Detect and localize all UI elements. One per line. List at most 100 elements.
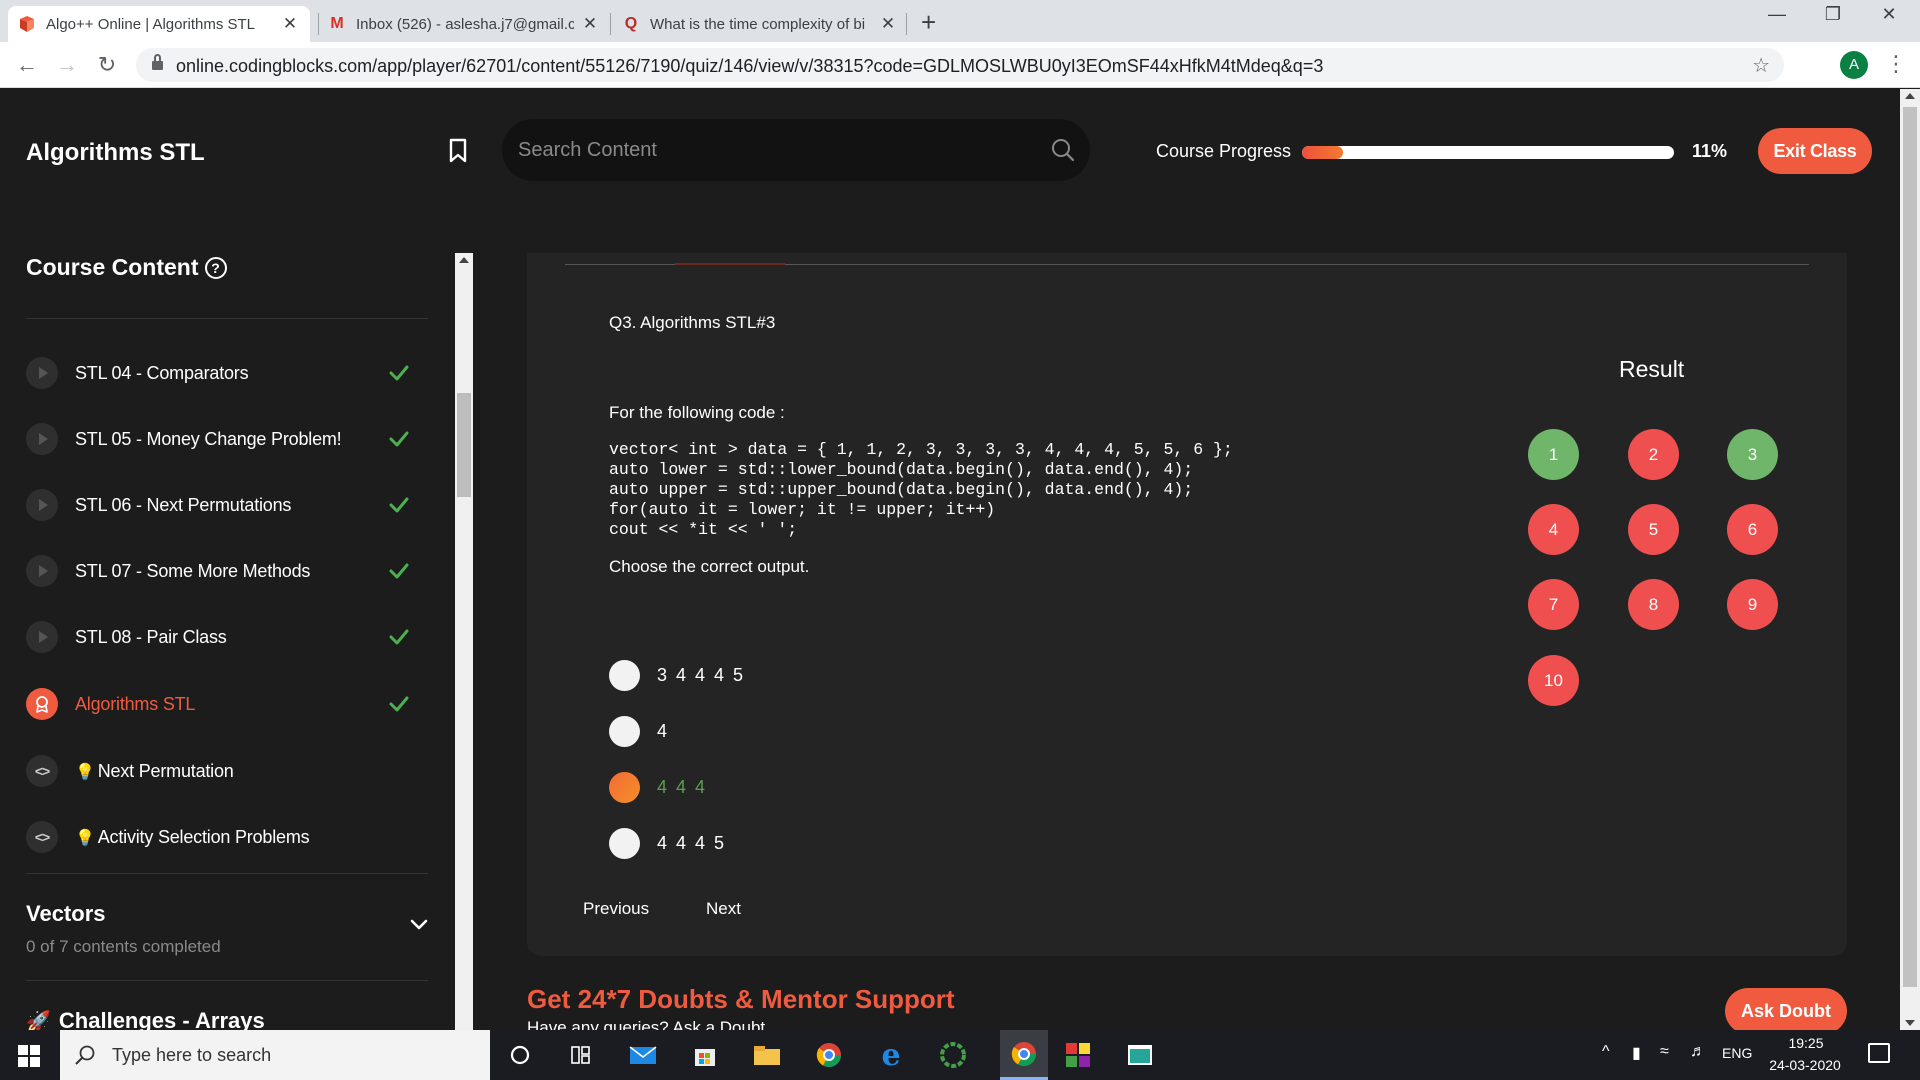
scroll-up-arrow-icon[interactable]	[459, 257, 469, 263]
play-icon	[26, 621, 58, 653]
back-arrow-icon[interactable]: ←	[12, 50, 42, 80]
close-tab-icon[interactable]: ✕	[280, 14, 300, 34]
lock-icon	[152, 54, 163, 71]
edge-icon[interactable]: e	[876, 1038, 906, 1073]
language-indicator[interactable]: ENG	[1722, 1045, 1752, 1061]
app-header: Algorithms STL Course Progress 11% Exit …	[0, 89, 1920, 213]
clock-time[interactable]: 19:25	[1770, 1035, 1842, 1051]
question-code: vector< int > data = { 1, 1, 2, 3, 3, 3,…	[609, 440, 1233, 539]
option-1[interactable]: 3 4 4 4 5	[609, 659, 745, 691]
option-3[interactable]: 4 4 4	[609, 771, 707, 803]
sidebar-item-stl08[interactable]: STL 08 - Pair Class	[26, 615, 436, 659]
lightbulb-icon: 💡	[75, 763, 95, 781]
search-icon[interactable]	[1050, 137, 1076, 163]
question-number-3[interactable]: 3	[1727, 429, 1778, 480]
close-tab-icon[interactable]: ✕	[580, 14, 600, 34]
result-title: Result	[1619, 356, 1685, 382]
radio-button[interactable]	[609, 659, 640, 691]
question-number-10[interactable]: 10	[1528, 655, 1579, 706]
clock-date[interactable]: 24-03-2020	[1762, 1057, 1848, 1073]
chevron-down-icon[interactable]	[410, 919, 428, 931]
page-scroll-thumb[interactable]	[1903, 107, 1917, 987]
option-2[interactable]: 4	[609, 715, 669, 747]
file-explorer-icon[interactable]	[752, 1040, 782, 1070]
browser-tab-algo[interactable]: Algo++ Online | Algorithms STL ✕	[8, 6, 310, 42]
colorful-app-icon[interactable]	[1063, 1040, 1093, 1070]
sidebar-scrollbar[interactable]	[455, 253, 473, 1030]
close-window-button[interactable]: ✕	[1874, 4, 1904, 25]
wifi-icon[interactable]: ≈	[1660, 1043, 1669, 1061]
support-title: Get 24*7 Doubts & Mentor Support	[527, 984, 955, 1014]
check-icon	[389, 696, 409, 712]
question-number-1[interactable]: 1	[1528, 429, 1579, 480]
forward-arrow-icon[interactable]: →	[52, 50, 82, 80]
radio-button-selected[interactable]	[609, 771, 640, 803]
browser-tab-gmail[interactable]: M Inbox (526) - aslesha.j7@gmail.co ✕	[318, 6, 610, 42]
taskbar-search-box[interactable]: Type here to search	[60, 1030, 490, 1080]
restore-button[interactable]: ❐	[1818, 4, 1848, 25]
minimize-button[interactable]: —	[1762, 4, 1792, 25]
course-progress-percent: 11%	[1692, 141, 1728, 161]
reload-icon[interactable]: ↻	[92, 50, 122, 80]
page-scrollbar[interactable]	[1900, 89, 1920, 1030]
play-icon	[26, 555, 58, 587]
bookmark-icon[interactable]	[448, 138, 468, 164]
browser-tab-quora[interactable]: Q What is the time complexity of bi ✕	[612, 6, 908, 42]
volume-icon[interactable]: ♬	[1690, 1043, 1706, 1061]
sidebar-item-algorithms-stl[interactable]: Algorithms STL	[26, 682, 436, 726]
next-button[interactable]: Next	[706, 899, 741, 919]
profile-avatar[interactable]: A	[1840, 51, 1868, 79]
question-prompt: Choose the correct output.	[609, 557, 810, 576]
question-number-2[interactable]: 2	[1628, 429, 1679, 480]
section-challenges-arrays[interactable]: 🚀 Challenges - Arrays	[26, 1008, 265, 1030]
sidebar-scroll-thumb[interactable]	[457, 393, 471, 497]
question-number-9[interactable]: 9	[1727, 579, 1778, 630]
scroll-down-arrow-icon[interactable]	[1905, 1020, 1915, 1026]
bookmark-star-icon[interactable]: ☆	[1752, 53, 1770, 78]
quiz-card: Q3. Algorithms STL#3 For the following c…	[527, 253, 1847, 956]
exit-class-button[interactable]: Exit Class	[1758, 128, 1872, 174]
check-icon	[389, 629, 409, 645]
gmail-favicon-icon: M	[330, 15, 344, 32]
sidebar-item-stl07[interactable]: STL 07 - Some More Methods	[26, 549, 436, 593]
option-4[interactable]: 4 4 4 5	[609, 827, 726, 859]
close-tab-icon[interactable]: ✕	[878, 14, 898, 34]
url-field[interactable]: online.codingblocks.com/app/player/62701…	[136, 48, 1784, 82]
windows-start-icon[interactable]	[18, 1045, 40, 1067]
sidebar-item-stl06[interactable]: STL 06 - Next Permutations	[26, 483, 436, 527]
sidebar-item-stl05[interactable]: STL 05 - Money Change Problem!	[26, 417, 436, 461]
battery-icon[interactable]: ▮	[1632, 1043, 1641, 1063]
question-number-8[interactable]: 8	[1628, 579, 1679, 630]
play-icon	[26, 489, 58, 521]
notification-icon[interactable]	[1868, 1043, 1890, 1063]
search-input[interactable]	[518, 133, 1018, 167]
section-vectors[interactable]: Vectors 0 of 7 contents completed	[26, 901, 428, 957]
question-number-6[interactable]: 6	[1727, 504, 1778, 555]
store-icon[interactable]	[690, 1040, 720, 1070]
scroll-up-arrow-icon[interactable]	[1905, 93, 1915, 99]
question-number-5[interactable]: 5	[1628, 504, 1679, 555]
new-tab-button[interactable]: +	[921, 7, 936, 38]
radio-button[interactable]	[609, 715, 640, 747]
chrome-profile-icon[interactable]	[1000, 1030, 1048, 1080]
sidebar-item-next-permutation[interactable]: <> 💡 Next Permutation	[26, 749, 436, 793]
chrome-icon[interactable]	[814, 1040, 844, 1070]
quiz-badge-icon	[26, 688, 58, 720]
window-app-icon[interactable]	[1125, 1040, 1155, 1070]
divider	[26, 873, 428, 874]
browser-menu-icon[interactable]: ⋮	[1885, 50, 1907, 78]
ask-doubt-button[interactable]: Ask Doubt	[1725, 988, 1847, 1034]
address-bar-row: ← → ↻ online.codingblocks.com/app/player…	[0, 42, 1920, 88]
question-number-4[interactable]: 4	[1528, 504, 1579, 555]
question-number-7[interactable]: 7	[1528, 579, 1579, 630]
tray-chevron-up-icon[interactable]: ^	[1602, 1043, 1610, 1061]
app-ring-icon[interactable]	[938, 1040, 968, 1070]
radio-button[interactable]	[609, 827, 640, 859]
sidebar-item-activity-selection[interactable]: <> 💡 Activity Selection Problems	[26, 815, 436, 859]
sidebar-item-stl04[interactable]: STL 04 - Comparators	[26, 351, 436, 395]
task-view-icon[interactable]	[566, 1040, 596, 1070]
previous-button[interactable]: Previous	[583, 899, 649, 919]
mail-icon[interactable]	[628, 1040, 658, 1070]
help-icon[interactable]: ?	[204, 256, 227, 279]
cortana-icon[interactable]	[505, 1040, 535, 1070]
